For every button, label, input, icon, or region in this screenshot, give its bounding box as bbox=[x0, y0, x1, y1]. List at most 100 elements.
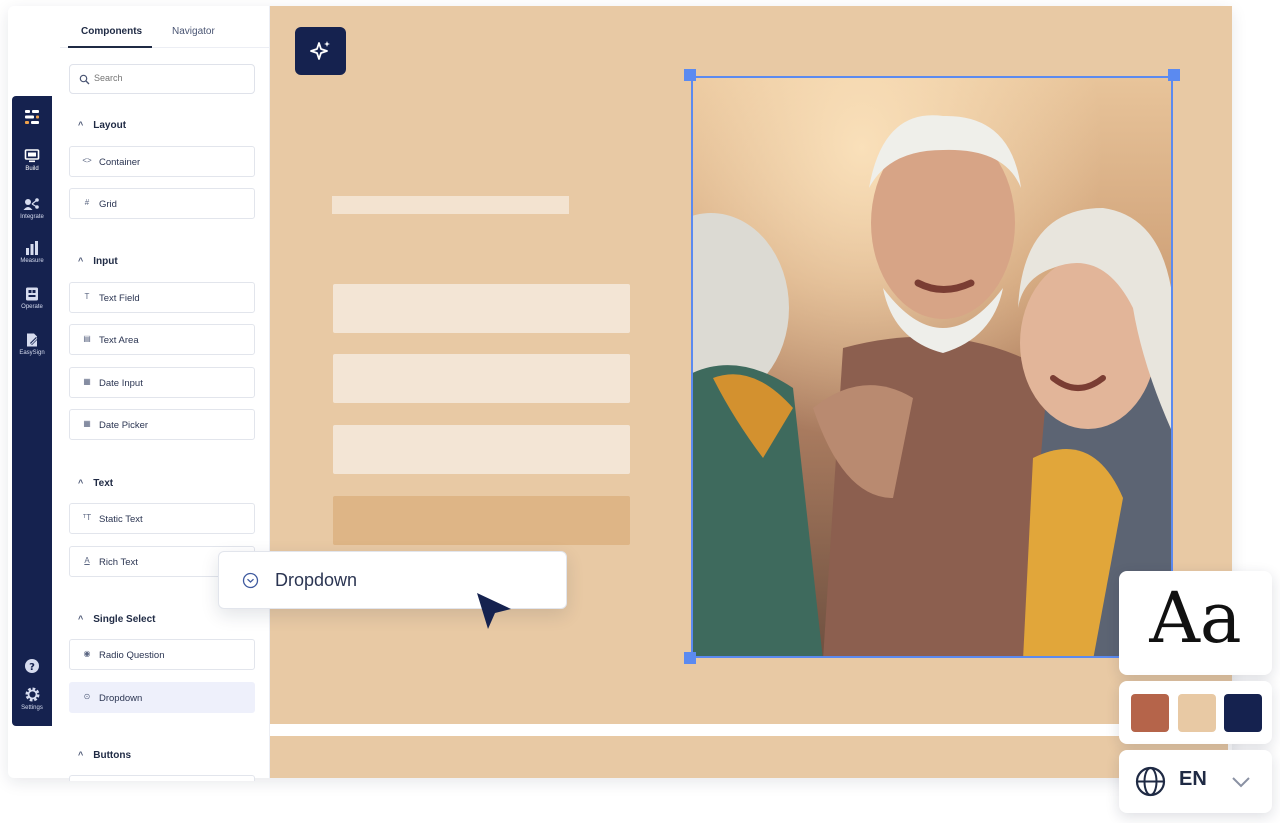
component-date-picker[interactable]: ▦ Date Picker bbox=[69, 409, 255, 440]
sparkle-icon bbox=[310, 41, 330, 60]
placeholder-field[interactable] bbox=[333, 284, 630, 333]
operate-icon bbox=[26, 287, 38, 301]
ai-assist-button[interactable] bbox=[295, 27, 346, 75]
component-label: Text Area bbox=[99, 335, 139, 346]
section-single-select[interactable]: ^ Single Select bbox=[78, 614, 156, 625]
search-box[interactable] bbox=[69, 64, 255, 94]
rail-item-integrate[interactable]: Integrate bbox=[12, 196, 52, 220]
dropdown-circle-icon: ⊙ bbox=[83, 692, 91, 701]
components-panel: Components Navigator ^ Layout <> Container… bbox=[60, 6, 270, 781]
tab-navigator[interactable]: Navigator bbox=[172, 26, 215, 37]
color-swatch-navy[interactable] bbox=[1224, 694, 1262, 732]
chevron-up-icon: ^ bbox=[78, 750, 84, 760]
section-title: Input bbox=[93, 256, 118, 267]
logo-icon[interactable] bbox=[12, 108, 52, 128]
chevron-up-icon: ^ bbox=[78, 256, 84, 266]
resize-handle-top-right[interactable] bbox=[1168, 69, 1180, 81]
section-input[interactable]: ^ Input bbox=[78, 256, 118, 267]
component-text-area[interactable]: ▤ Text Area bbox=[69, 324, 255, 355]
section-title: Layout bbox=[93, 120, 127, 131]
placeholder-field[interactable] bbox=[333, 425, 630, 474]
section-buttons[interactable]: ^ Buttons bbox=[78, 750, 131, 761]
component-static-text[interactable]: ᵀT Static Text bbox=[69, 503, 255, 534]
text-cursor-icon: T bbox=[84, 292, 90, 301]
chevron-up-icon: ^ bbox=[78, 478, 84, 488]
section-text[interactable]: ^ Text bbox=[78, 478, 113, 489]
rail-label-integrate: Integrate bbox=[20, 214, 44, 220]
section-layout[interactable]: ^ Layout bbox=[78, 120, 126, 131]
dragging-component-label: Dropdown bbox=[275, 570, 358, 590]
resize-handle-top-left[interactable] bbox=[684, 69, 696, 81]
photo-illustration bbox=[693, 78, 1171, 656]
resize-handle-bottom-left[interactable] bbox=[684, 652, 696, 664]
rail-item-easysign[interactable]: EasySign bbox=[12, 332, 52, 356]
globe-icon bbox=[1135, 766, 1166, 797]
rail-label-easysign: EasySign bbox=[19, 350, 45, 356]
component-label: Container bbox=[99, 157, 141, 168]
search-input[interactable] bbox=[94, 73, 244, 83]
color-swatch-terracotta[interactable] bbox=[1131, 694, 1169, 732]
component-label: Dropdown bbox=[99, 693, 143, 704]
component-label: Rich Text bbox=[99, 557, 138, 568]
help-button[interactable]: ? bbox=[12, 658, 52, 676]
chevron-down-icon bbox=[1232, 777, 1250, 788]
component-partial[interactable] bbox=[69, 775, 255, 781]
component-text-field[interactable]: T Text Field bbox=[69, 282, 255, 313]
color-palette-widget[interactable] bbox=[1119, 681, 1272, 744]
component-radio-question[interactable]: ◉ Radio Question bbox=[69, 639, 255, 670]
rail-label-measure: Measure bbox=[20, 258, 44, 264]
chevron-up-icon: ^ bbox=[78, 120, 84, 130]
build-icon bbox=[24, 149, 40, 163]
placeholder-field[interactable] bbox=[333, 354, 630, 403]
rail-item-build[interactable]: Build bbox=[12, 148, 52, 172]
cursor-pointer-icon bbox=[477, 593, 511, 629]
component-label: Date Picker bbox=[99, 420, 149, 431]
integrate-icon bbox=[23, 198, 39, 210]
rail-label-build: Build bbox=[25, 166, 39, 172]
section-title: Text bbox=[93, 478, 114, 489]
text-area-icon: ▤ bbox=[83, 334, 91, 343]
component-grid[interactable]: # Grid bbox=[69, 188, 255, 219]
radio-icon: ◉ bbox=[83, 649, 91, 658]
rail-label-settings: Settings bbox=[21, 705, 43, 711]
dropdown-circle-icon bbox=[242, 572, 259, 589]
calendar-icon: ▦ bbox=[83, 377, 91, 386]
bar-chart-icon bbox=[26, 241, 38, 255]
component-dropdown[interactable]: ⊙ Dropdown bbox=[69, 682, 255, 713]
sign-document-icon bbox=[27, 333, 38, 347]
rail-item-operate[interactable]: Operate bbox=[12, 286, 52, 310]
component-label: Date Input bbox=[99, 378, 143, 389]
font-size-icon: ᵀT bbox=[82, 513, 92, 522]
placeholder-heading[interactable] bbox=[332, 196, 569, 214]
chevron-up-icon: ^ bbox=[78, 614, 84, 624]
rail-label-operate: Operate bbox=[21, 304, 43, 310]
color-swatch-sand[interactable] bbox=[1178, 694, 1216, 732]
hero-photo[interactable] bbox=[691, 76, 1173, 658]
search-icon bbox=[79, 74, 90, 85]
font-sample: Aa bbox=[1149, 577, 1242, 659]
panel-tabs: Components Navigator bbox=[60, 20, 270, 48]
section-title: Single Select bbox=[93, 614, 156, 625]
placeholder-button[interactable] bbox=[333, 496, 630, 545]
tab-components[interactable]: Components bbox=[81, 26, 142, 37]
section-title: Buttons bbox=[93, 750, 132, 761]
calendar-icon: ▦ bbox=[83, 419, 91, 428]
gear-icon bbox=[25, 687, 39, 702]
rail-item-settings[interactable]: Settings bbox=[12, 686, 52, 711]
rail-item-measure[interactable]: Measure bbox=[12, 240, 52, 264]
component-label: Text Field bbox=[99, 293, 140, 304]
grid-icon: # bbox=[84, 198, 90, 207]
code-brackets-icon: <> bbox=[82, 156, 92, 165]
nav-rail: Build Integrate Measure Operate EasySign… bbox=[12, 96, 52, 726]
text-color-icon: A bbox=[84, 556, 90, 565]
component-date-input[interactable]: ▦ Date Input bbox=[69, 367, 255, 398]
font-picker-widget[interactable]: Aa bbox=[1119, 571, 1272, 675]
active-tab-indicator bbox=[68, 46, 152, 48]
language-selector[interactable]: EN bbox=[1119, 750, 1272, 813]
language-code: EN bbox=[1179, 768, 1207, 790]
help-icon: ? bbox=[25, 659, 39, 673]
canvas-next-section[interactable] bbox=[270, 736, 1228, 778]
component-container[interactable]: <> Container bbox=[69, 146, 255, 177]
component-label: Radio Question bbox=[99, 650, 165, 661]
dragging-dropdown-component[interactable]: Dropdown bbox=[218, 551, 567, 609]
